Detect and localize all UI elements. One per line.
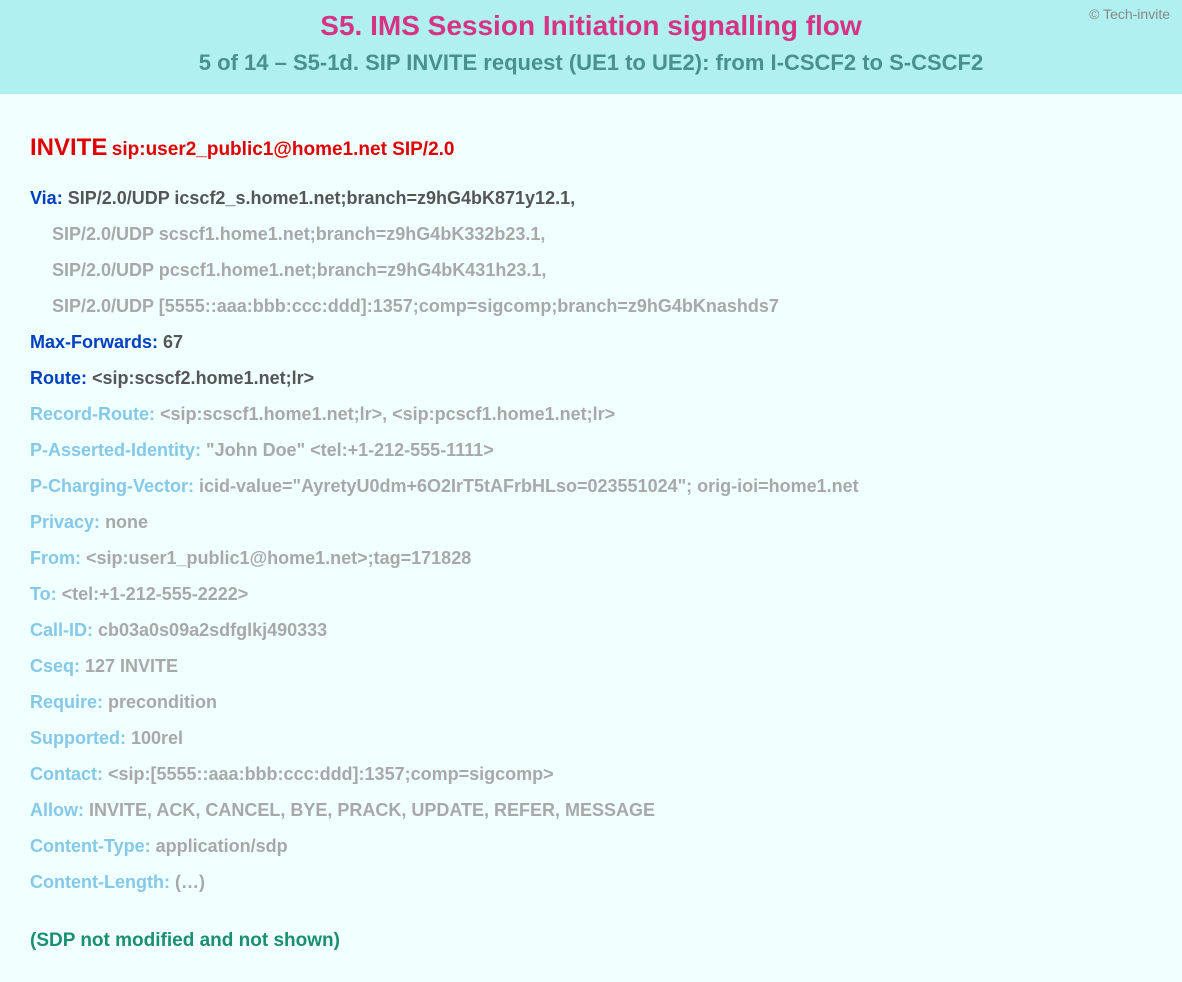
content-type-value: application/sdp xyxy=(151,836,288,856)
sip-method: INVITE xyxy=(30,134,107,161)
copyright-text: © Tech-invite xyxy=(1089,6,1170,22)
cseq-header: Cseq: 127 INVITE xyxy=(30,648,1152,684)
via-header-name: Via: xyxy=(30,188,63,208)
require-name: Require: xyxy=(30,692,103,712)
via-continuation-1: SIP/2.0/UDP scscf1.home1.net;branch=z9hG… xyxy=(30,216,1152,252)
allow-header: Allow: INVITE, ACK, CANCEL, BYE, PRACK, … xyxy=(30,792,1152,828)
call-id-name: Call-ID: xyxy=(30,620,93,640)
sip-request-uri: sip:user2_public1@home1.net SIP/2.0 xyxy=(112,139,455,160)
content-length-name: Content-Length: xyxy=(30,872,170,892)
from-header: From: <sip:user1_public1@home1.net>;tag=… xyxy=(30,540,1152,576)
contact-value: <sip:[5555::aaa:bbb:ccc:ddd]:1357;comp=s… xyxy=(103,764,554,784)
content-length-value: (…) xyxy=(170,872,205,892)
content-type-name: Content-Type: xyxy=(30,836,151,856)
p-asserted-identity-header: P-Asserted-Identity: "John Doe" <tel:+1-… xyxy=(30,432,1152,468)
call-id-value: cb03a0s09a2sdfglkj490333 xyxy=(93,620,327,640)
p-charging-vector-header: P-Charging-Vector: icid-value="AyretyU0d… xyxy=(30,468,1152,504)
p-charging-vector-name: P-Charging-Vector: xyxy=(30,476,194,496)
page-subtitle: 5 of 14 – S5-1d. SIP INVITE request (UE1… xyxy=(0,50,1182,76)
supported-header: Supported: 100rel xyxy=(30,720,1152,756)
require-value: precondition xyxy=(103,692,217,712)
require-header: Require: precondition xyxy=(30,684,1152,720)
route-value: <sip:scscf2.home1.net;lr> xyxy=(87,368,314,388)
max-forwards-name: Max-Forwards: xyxy=(30,332,158,352)
call-id-header: Call-ID: cb03a0s09a2sdfglkj490333 xyxy=(30,612,1152,648)
via-continuation-2: SIP/2.0/UDP pcscf1.home1.net;branch=z9hG… xyxy=(30,252,1152,288)
content-type-header: Content-Type: application/sdp xyxy=(30,828,1152,864)
from-name: From: xyxy=(30,548,81,568)
to-name: To: xyxy=(30,584,57,604)
sdp-note: (SDP not modified and not shown) xyxy=(30,930,1152,952)
record-route-value: <sip:scscf1.home1.net;lr>, <sip:pcscf1.h… xyxy=(155,404,615,424)
contact-name: Contact: xyxy=(30,764,103,784)
p-asserted-identity-name: P-Asserted-Identity: xyxy=(30,440,201,460)
allow-name: Allow: xyxy=(30,800,84,820)
sip-message-content: INVITE sip:user2_public1@home1.net SIP/2… xyxy=(0,94,1182,982)
route-name: Route: xyxy=(30,368,87,388)
via-continuation-3: SIP/2.0/UDP [5555::aaa:bbb:ccc:ddd]:1357… xyxy=(30,288,1152,324)
privacy-value: none xyxy=(100,512,148,532)
header-banner: © Tech-invite S5. IMS Session Initiation… xyxy=(0,0,1182,94)
record-route-name: Record-Route: xyxy=(30,404,155,424)
allow-value: INVITE, ACK, CANCEL, BYE, PRACK, UPDATE,… xyxy=(84,800,655,820)
max-forwards-header: Max-Forwards: 67 xyxy=(30,324,1152,360)
max-forwards-value: 67 xyxy=(158,332,183,352)
route-header: Route: <sip:scscf2.home1.net;lr> xyxy=(30,360,1152,396)
via-header-value: SIP/2.0/UDP icscf2_s.home1.net;branch=z9… xyxy=(63,188,575,208)
from-value: <sip:user1_public1@home1.net>;tag=171828 xyxy=(81,548,471,568)
supported-name: Supported: xyxy=(30,728,126,748)
to-header: To: <tel:+1-212-555-2222> xyxy=(30,576,1152,612)
cseq-value: 127 INVITE xyxy=(80,656,178,676)
content-length-header: Content-Length: (…) xyxy=(30,864,1152,900)
cseq-name: Cseq: xyxy=(30,656,80,676)
via-header: Via: SIP/2.0/UDP icscf2_s.home1.net;bran… xyxy=(30,180,1152,216)
to-value: <tel:+1-212-555-2222> xyxy=(57,584,249,604)
p-charging-vector-value: icid-value="AyretyU0dm+6O2IrT5tAFrbHLso=… xyxy=(194,476,859,496)
p-asserted-identity-value: "John Doe" <tel:+1-212-555-1111> xyxy=(201,440,494,460)
sip-request-line: INVITE sip:user2_public1@home1.net SIP/2… xyxy=(30,134,1152,162)
privacy-name: Privacy: xyxy=(30,512,100,532)
privacy-header: Privacy: none xyxy=(30,504,1152,540)
supported-value: 100rel xyxy=(126,728,183,748)
record-route-header: Record-Route: <sip:scscf1.home1.net;lr>,… xyxy=(30,396,1152,432)
page-title: S5. IMS Session Initiation signalling fl… xyxy=(0,10,1182,42)
contact-header: Contact: <sip:[5555::aaa:bbb:ccc:ddd]:13… xyxy=(30,756,1152,792)
